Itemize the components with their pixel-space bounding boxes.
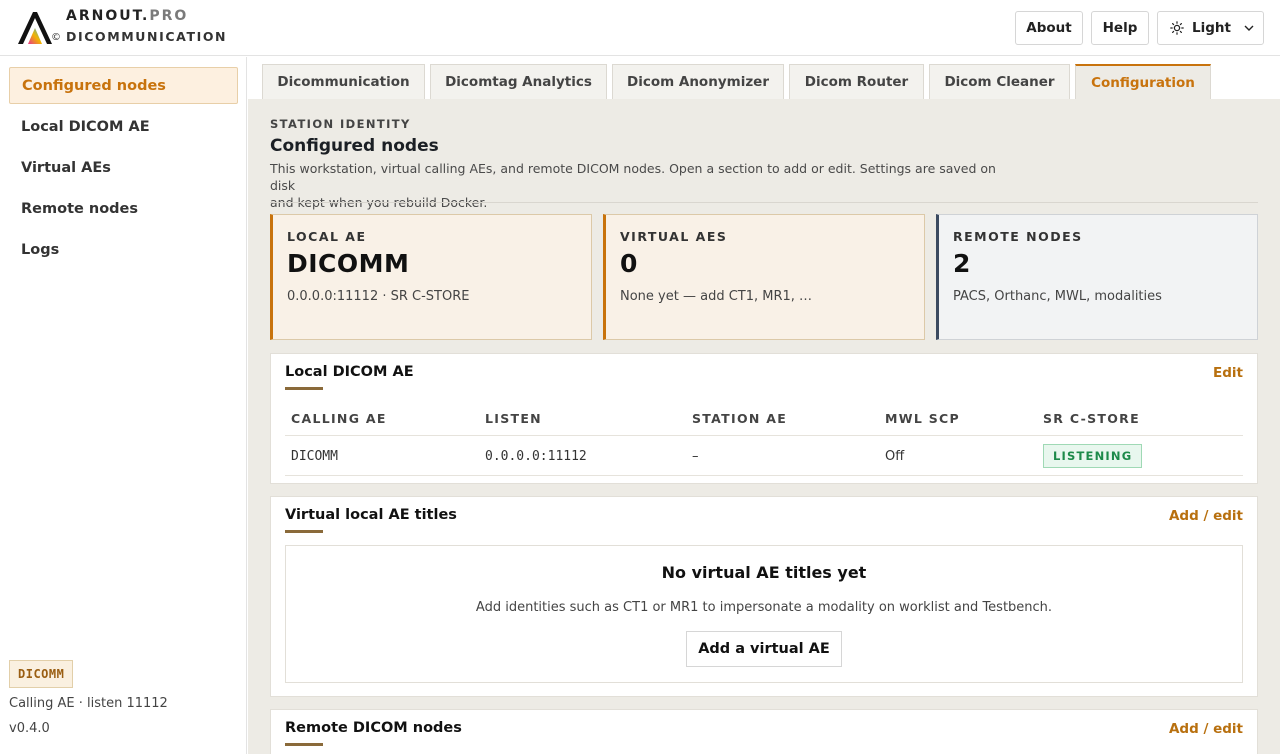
card-title-underline — [285, 387, 323, 390]
sun-icon — [1170, 21, 1184, 35]
tab-dicommunication[interactable]: Dicommunication — [262, 64, 425, 99]
stat-subtitle: None yet — add CT1, MR1, … — [620, 289, 813, 304]
tab-dicom-cleaner[interactable]: Dicom Cleaner — [929, 64, 1070, 99]
tab-dicomtag-analytics[interactable]: Dicomtag Analytics — [430, 64, 607, 99]
stat-card-remote-nodes[interactable]: REMOTE NODES 2 PACS, Orthanc, MWL, modal… — [936, 214, 1258, 340]
cell-calling-ae: DICOMM — [285, 435, 479, 476]
cell-listen: 0.0.0.0:11112 — [479, 435, 686, 476]
sidebar-item-local-dicom-ae[interactable]: Local DICOM AE — [9, 108, 238, 145]
about-button[interactable]: About — [1015, 11, 1083, 45]
card-title: Remote DICOM nodes — [285, 720, 462, 736]
app-header: © ARNOUT.PRO DICOMMUNICATION About Help … — [0, 0, 1280, 56]
virtual-ae-card: Virtual local AE titles Add / edit No vi… — [270, 496, 1258, 697]
status-badge: LISTENING — [1043, 444, 1143, 468]
table-header-row: CALLING AE LISTEN STATION AE MWL SCP SR … — [285, 406, 1243, 436]
add-edit-remote-nodes-link[interactable]: Add / edit — [1169, 721, 1243, 737]
column-header: MWL SCP — [879, 406, 1037, 436]
card-title: Virtual local AE titles — [285, 507, 457, 523]
page-title: Configured nodes — [270, 136, 439, 156]
stat-label: VIRTUAL AES — [620, 229, 728, 244]
brand-name-main: ARNOUT. — [66, 8, 150, 24]
card-title: Local DICOM AE — [285, 364, 414, 380]
empty-state: No virtual AE titles yet Add identities … — [285, 545, 1243, 683]
cell-mwl-scp: Off — [879, 435, 1037, 476]
stat-value: 2 — [953, 249, 971, 278]
sidebar-item-virtual-aes[interactable]: Virtual AEs — [9, 149, 238, 186]
page-description-line: This workstation, virtual calling AEs, a… — [270, 161, 996, 193]
section-eyebrow: STATION IDENTITY — [270, 117, 411, 131]
brand-name[interactable]: ARNOUT.PRO — [66, 8, 188, 24]
brand-name-suffix: PRO — [149, 8, 189, 24]
stat-card-virtual-aes[interactable]: VIRTUAL AES 0 None yet — add CT1, MR1, … — [603, 214, 925, 340]
empty-state-title: No virtual AE titles yet — [661, 563, 867, 582]
stat-label: REMOTE NODES — [953, 229, 1083, 244]
stat-subtitle: 0.0.0.0:11112 · SR C-STORE — [287, 289, 470, 304]
main-content: Dicommunication Dicomtag Analytics Dicom… — [248, 57, 1280, 754]
card-title-underline — [285, 743, 323, 746]
table-row: DICOMM 0.0.0.0:11112 – Off LISTENING — [285, 435, 1243, 476]
column-header: SR C-STORE — [1037, 406, 1243, 436]
stat-value: DICOMM — [287, 249, 410, 278]
chevron-down-icon — [1244, 25, 1254, 31]
stat-label: LOCAL AE — [287, 229, 367, 244]
tab-dicom-router[interactable]: Dicom Router — [789, 64, 924, 99]
cell-sr-cstore: LISTENING — [1037, 435, 1243, 476]
tab-bar: Dicommunication Dicomtag Analytics Dicom… — [248, 57, 1280, 99]
edit-local-ae-link[interactable]: Edit — [1213, 365, 1243, 381]
sidebar-item-remote-nodes[interactable]: Remote nodes — [9, 190, 238, 227]
stat-card-local-ae[interactable]: LOCAL AE DICOMM 0.0.0.0:11112 · SR C-STO… — [270, 214, 592, 340]
column-header: CALLING AE — [285, 406, 479, 436]
copyright-mark: © — [51, 32, 61, 43]
cell-station-ae: – — [686, 435, 879, 476]
theme-label: Light — [1192, 20, 1231, 36]
add-edit-virtual-ae-link[interactable]: Add / edit — [1169, 508, 1243, 524]
page-description: This workstation, virtual calling AEs, a… — [270, 160, 1010, 211]
product-name: DICOMMUNICATION — [66, 29, 228, 44]
local-dicom-ae-card: Local DICOM AE Edit CALLING AE LISTEN ST… — [270, 353, 1258, 484]
card-title-underline — [285, 530, 323, 533]
empty-state-description: Add identities such as CT1 or MR1 to imp… — [475, 600, 1053, 615]
remote-nodes-card: Remote DICOM nodes Add / edit — [270, 709, 1258, 754]
app-version: v0.4.0 — [9, 721, 50, 736]
theme-dropdown[interactable]: Light — [1157, 11, 1264, 45]
add-virtual-ae-button[interactable]: Add a virtual AE — [686, 631, 842, 667]
sidebar-item-logs[interactable]: Logs — [9, 231, 238, 268]
column-header: STATION AE — [686, 406, 879, 436]
help-button[interactable]: Help — [1091, 11, 1149, 45]
stat-value: 0 — [620, 249, 638, 278]
tab-dicom-anonymizer[interactable]: Dicom Anonymizer — [612, 64, 784, 99]
stat-subtitle: PACS, Orthanc, MWL, modalities — [953, 289, 1162, 304]
sidebar: Configured nodes Local DICOM AE Virtual … — [0, 57, 247, 754]
column-header: LISTEN — [479, 406, 686, 436]
calling-ae-badge: DICOMM — [9, 660, 74, 688]
calling-ae-meta: Calling AE · listen 11112 — [9, 696, 168, 711]
sidebar-item-configured-nodes[interactable]: Configured nodes — [9, 67, 238, 104]
tab-configuration[interactable]: Configuration — [1075, 64, 1211, 99]
divider — [270, 202, 1258, 203]
local-ae-table: CALLING AE LISTEN STATION AE MWL SCP SR … — [285, 406, 1243, 476]
